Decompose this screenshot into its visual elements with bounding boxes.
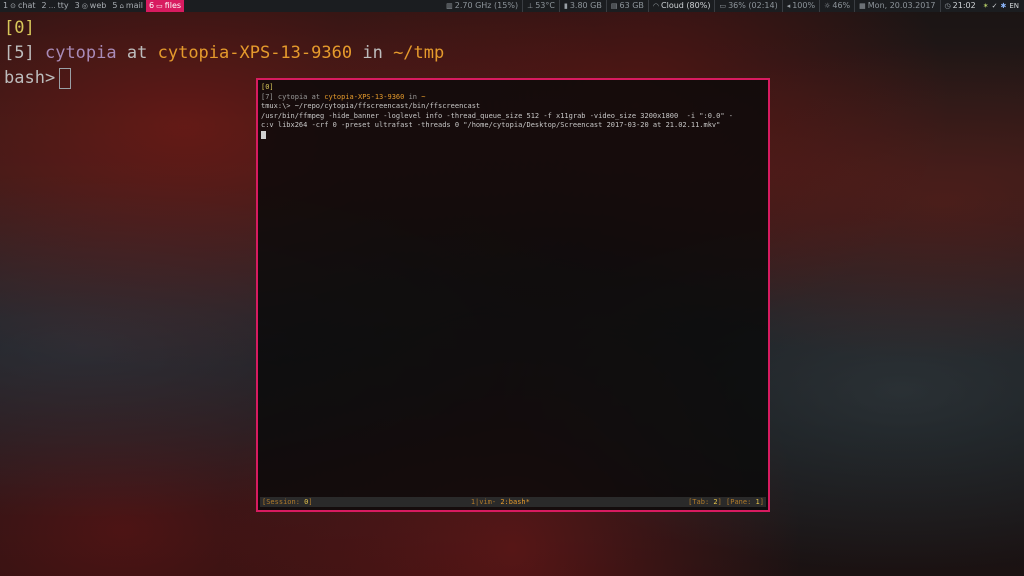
bluetooth-tray-icon[interactable]: ✱: [1000, 0, 1006, 12]
disk-icon: ▤: [610, 2, 618, 10]
output-line: /usr/bin/ffmpeg -hide_banner -loglevel i…: [261, 111, 734, 120]
workspace-1-chat[interactable]: 1 ⊙ chat: [0, 0, 38, 12]
workspace-number: 5: [112, 1, 118, 10]
workspace-2-tty[interactable]: 2 … tty: [38, 0, 71, 12]
prompt-user: cytopia: [277, 92, 308, 101]
mail-icon: ⌂: [119, 2, 124, 10]
prompt-line: [5] cytopia at cytopia-XPS-13-9360 in ~/…: [4, 41, 444, 66]
keyboard-layout[interactable]: EN: [1009, 0, 1019, 12]
terminal-cursor: [261, 130, 266, 139]
workspace-number: 2: [41, 1, 47, 10]
workspace-number: 6: [149, 1, 155, 10]
network-tray-icon[interactable]: ✶: [983, 0, 989, 12]
temperature-value: 53°C: [535, 1, 555, 10]
tmux-tab-pane: [Tab: 2] [Pane: 1]: [688, 497, 764, 507]
calendar-icon: ▦: [859, 2, 866, 10]
brightness-status[interactable]: ☼ 46%: [819, 0, 854, 12]
workspace-label: tty: [57, 1, 69, 10]
prompt-user: cytopia: [44, 43, 117, 63]
output-line: c:v libx264 -crf 0 -preset ultrafast -th…: [261, 121, 721, 130]
prompt-at: at: [126, 43, 148, 63]
check-tray-icon[interactable]: ✓: [992, 0, 998, 12]
prompt-line: [7] cytopia at cytopia-XPS-13-9360 in ~: [261, 93, 765, 103]
workspace-3-web[interactable]: 3 ◎ web: [72, 0, 110, 12]
tmux-status-bar: [Session: 0] 1|vim- 2:bash* [Tab: 2] [Pa…: [260, 497, 766, 507]
temperature-status: ⊥ 53°C: [522, 0, 559, 12]
shell-prompt: bash>: [4, 68, 56, 88]
workspace-5-mail[interactable]: 5 ⌂ mail: [109, 0, 146, 12]
battery-value: 36% (02:14): [728, 1, 778, 10]
prompt-at: at: [311, 92, 321, 101]
workspace-label: chat: [17, 1, 36, 10]
workspace-label: files: [164, 1, 182, 10]
floating-terminal-window[interactable]: [0] [7] cytopia at cytopia-XPS-13-9360 in…: [256, 78, 770, 512]
cpu-icon: ▥: [446, 2, 453, 10]
command-line: tmux:\> ~/repo/cytopia/ffscreencast/bin/…: [261, 102, 481, 111]
memory-status: ▮ 3.80 GB: [558, 0, 606, 12]
tab-label: [Tab:: [688, 498, 710, 506]
top-status-bar: 1 ⊙ chat 2 … tty 3 ◎ web 5 ⌂ mail 6 ▭ fi…: [0, 0, 1024, 12]
date-value: Mon, 20.03.2017: [867, 1, 936, 10]
workspace-6-files[interactable]: 6 ▭ files: [146, 0, 185, 12]
disk-value: 63 GB: [619, 1, 644, 10]
session-bracket: ]: [308, 498, 313, 506]
prompt-path: ~: [421, 92, 426, 101]
clock-status: ◷ 21:02: [939, 0, 980, 12]
terminal-cursor: [59, 67, 72, 89]
thermometer-icon: ⊥: [527, 2, 534, 10]
pane-bracket: ]: [759, 498, 764, 506]
brightness-value: 46%: [832, 1, 851, 10]
globe-icon: ◎: [81, 2, 88, 10]
volume-icon: ◂: [786, 2, 791, 10]
prompt-path: ~/tmp: [393, 43, 445, 63]
tmux-session: [Session: 0]: [262, 497, 313, 507]
clock-icon: ◷: [944, 2, 951, 10]
brightness-icon: ☼: [824, 2, 831, 10]
history-number: [5]: [4, 43, 35, 63]
tmux-window-list[interactable]: 1|vim- 2:bash*: [471, 497, 530, 507]
memory-icon: ▮: [563, 2, 568, 10]
disk-status: ▤ 63 GB: [605, 0, 648, 12]
wifi-icon: ◠: [652, 2, 660, 10]
system-tray: ✶ ✓ ✱ EN: [980, 0, 1022, 12]
prompt-in: in: [362, 43, 383, 63]
memory-value: 3.80 GB: [569, 1, 602, 10]
folder-icon: ▭: [156, 2, 163, 10]
volume-value: 100%: [792, 1, 816, 10]
prompt-host: cytopia-XPS-13-9360: [157, 43, 353, 63]
chat-icon: ⊙: [10, 2, 16, 10]
wifi-value: Cloud (80%): [661, 1, 711, 10]
terminal-output[interactable]: [0] [7] cytopia at cytopia-XPS-13-9360 in…: [261, 83, 765, 141]
workspace-label: web: [89, 1, 107, 10]
cpu-status: ▥ 2.70 GHz (15%): [442, 0, 522, 12]
pane-label: ] [Pane:: [717, 498, 752, 506]
cursor-line: [261, 130, 765, 141]
terminal-line: [0]: [4, 18, 35, 38]
window-inactive[interactable]: 1|vim-: [471, 498, 496, 506]
volume-status[interactable]: ◂ 100%: [781, 0, 819, 12]
date-status: ▦ Mon, 20.03.2017: [854, 0, 939, 12]
terminal-icon: …: [48, 2, 56, 10]
window-active[interactable]: 2:bash*: [500, 498, 530, 506]
cpu-value: 2.70 GHz (15%): [454, 1, 519, 10]
prompt-host: cytopia-XPS-13-9360: [324, 92, 405, 101]
workspace-label: mail: [125, 1, 144, 10]
prompt-in: in: [408, 92, 417, 101]
time-value: 21:02: [952, 1, 976, 10]
workspace-number: 1: [3, 1, 9, 10]
terminal-line: [0]: [261, 83, 274, 91]
system-status: ▥ 2.70 GHz (15%) ⊥ 53°C ▮ 3.80 GB ▤ 63 G…: [442, 0, 1024, 12]
workspace-list: 1 ⊙ chat 2 … tty 3 ◎ web 5 ⌂ mail 6 ▭ fi…: [0, 0, 185, 12]
battery-status: ▭ 36% (02:14): [714, 0, 781, 12]
workspace-number: 3: [74, 1, 80, 10]
history-number: [7]: [261, 92, 274, 101]
battery-icon: ▭: [719, 2, 727, 10]
wifi-status[interactable]: ◠ Cloud (80%): [647, 0, 715, 12]
session-label: [Session:: [262, 498, 300, 506]
